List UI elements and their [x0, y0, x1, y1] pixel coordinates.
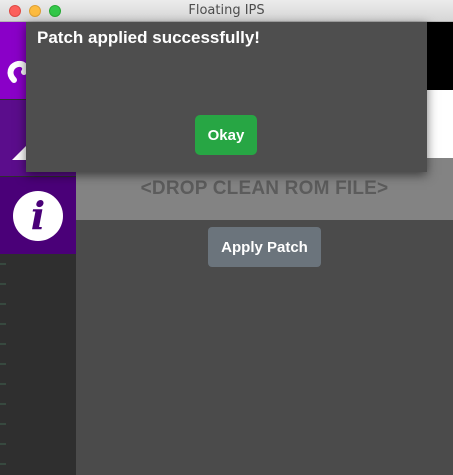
- apply-patch-button[interactable]: Apply Patch: [208, 227, 321, 267]
- background-strip-dark: [424, 22, 453, 90]
- sidebar-item-info[interactable]: i: [0, 177, 76, 254]
- dialog-message: Patch applied successfully!: [37, 28, 260, 47]
- window-title: Floating IPS: [188, 3, 265, 18]
- okay-button[interactable]: Okay: [195, 115, 257, 155]
- drop-zone-label: <DROP CLEAN ROM FILE>: [140, 178, 389, 199]
- success-dialog: Patch applied successfully! Okay: [26, 22, 427, 172]
- title-bar: Floating IPS: [0, 0, 453, 22]
- background-strip-light: [424, 90, 453, 158]
- app-window: Floating IPS i <DROP CLEAN ROM FILE> App…: [0, 0, 453, 475]
- sidebar-background-texture: [0, 255, 6, 475]
- info-icon: i: [13, 190, 63, 241]
